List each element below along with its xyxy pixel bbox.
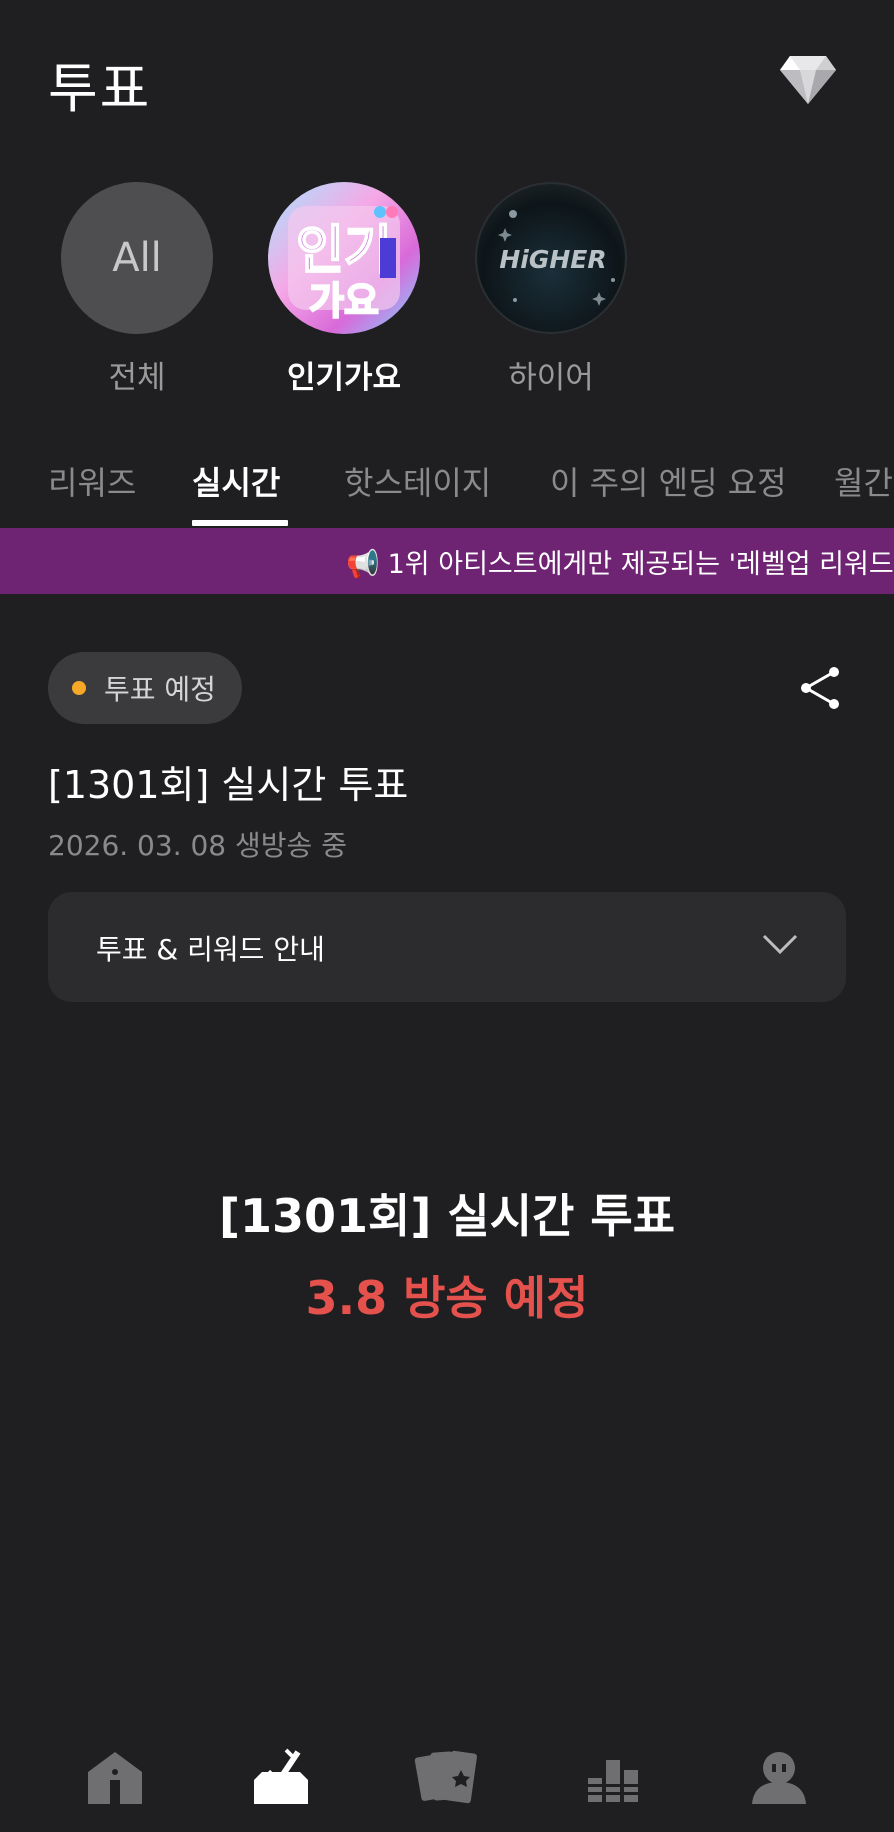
promo-banner[interactable]: 📢 1위 아티스트에게만 제공되는 '레벨업 리워드' bbox=[0, 528, 894, 594]
header: 투표 bbox=[0, 0, 894, 170]
nav-vote[interactable] bbox=[246, 1742, 316, 1812]
nav-ranking[interactable] bbox=[578, 1742, 648, 1812]
channel-all-text: All bbox=[112, 235, 162, 281]
channel-selector: All 전체 인기 가요 인기가요 HiGHER 하이어 bbox=[0, 182, 894, 422]
tab-rewards[interactable]: 리워즈 bbox=[48, 458, 136, 504]
profile-icon bbox=[752, 1752, 806, 1804]
svg-text:인기: 인기 bbox=[296, 221, 392, 281]
bottom-navigation bbox=[0, 1732, 894, 1832]
channel-label: 하이어 bbox=[508, 360, 594, 396]
channel-higher[interactable]: HiGHER 하이어 bbox=[471, 182, 631, 397]
status-badge: 투표 예정 bbox=[48, 652, 242, 724]
banner-text: 1위 아티스트에게만 제공되는 '레벨업 리워드' bbox=[387, 549, 894, 580]
status-text: 투표 예정 bbox=[104, 673, 216, 706]
vote-reward-guide-accordion[interactable]: 투표 & 리워드 안내 bbox=[48, 892, 846, 1002]
tab-ending-fairy[interactable]: 이 주의 엔딩 요정 bbox=[550, 458, 787, 504]
higher-logo-text: HiGHER bbox=[499, 245, 606, 274]
inkigayo-logo: 인기 가요 bbox=[268, 182, 420, 334]
notice-subtitle: 3.8 방송 예정 bbox=[305, 1271, 589, 1325]
vote-tabs: 리워즈 실시간 핫스테이지 이 주의 엔딩 요정 월간 bbox=[0, 440, 894, 529]
tab-monthly[interactable]: 월간 bbox=[834, 458, 893, 504]
channel-all[interactable]: All 전체 bbox=[57, 182, 217, 397]
chevron-down-icon bbox=[762, 934, 798, 955]
megaphone-icon: 📢 bbox=[346, 549, 380, 580]
svg-text:가요: 가요 bbox=[309, 279, 379, 323]
notice-title: [1301회] 실시간 투표 bbox=[218, 1189, 676, 1243]
page-title: 투표 bbox=[48, 57, 152, 120]
share-icon[interactable] bbox=[796, 664, 844, 712]
vote-date: 2026. 03. 08 생방송 중 bbox=[48, 829, 347, 862]
active-tab-indicator bbox=[192, 520, 288, 526]
diamond-icon[interactable] bbox=[778, 52, 838, 106]
guide-label: 투표 & 리워드 안내 bbox=[96, 933, 325, 966]
tab-hotstage[interactable]: 핫스테이지 bbox=[344, 458, 491, 504]
channel-inkigayo[interactable]: 인기 가요 인기가요 bbox=[264, 182, 424, 397]
vote-title: [1301회] 실시간 투표 bbox=[48, 763, 409, 807]
tab-realtime[interactable]: 실시간 bbox=[192, 458, 280, 504]
nav-home[interactable] bbox=[80, 1742, 150, 1812]
channel-label: 전체 bbox=[108, 360, 166, 396]
cards-icon bbox=[414, 1750, 477, 1804]
ranking-icon bbox=[586, 1760, 640, 1802]
nav-cards[interactable] bbox=[412, 1742, 482, 1812]
home-icon bbox=[88, 1752, 142, 1804]
higher-logo: HiGHER bbox=[475, 182, 627, 334]
channel-all-circle: All bbox=[61, 182, 213, 334]
nav-profile[interactable] bbox=[744, 1742, 814, 1812]
status-dot bbox=[72, 681, 86, 695]
channel-label: 인기가요 bbox=[286, 360, 402, 396]
vote-icon bbox=[254, 1748, 308, 1804]
